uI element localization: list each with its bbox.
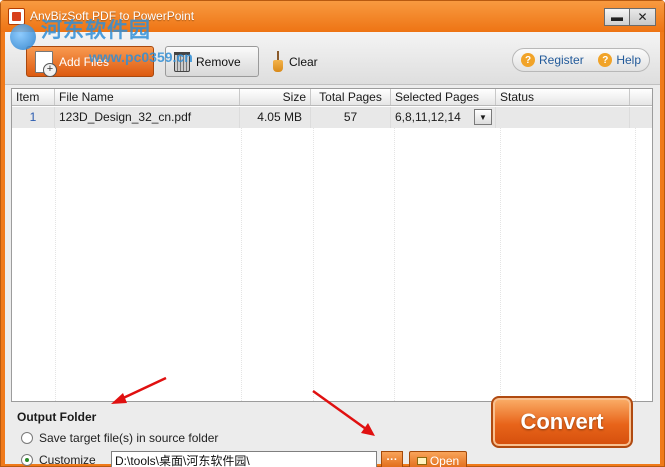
- window-controls: ▬ ✕: [604, 8, 656, 26]
- folder-icon: [416, 456, 427, 465]
- close-button[interactable]: ✕: [630, 8, 656, 26]
- browse-button[interactable]: ···: [381, 451, 403, 467]
- remove-label: Remove: [196, 54, 241, 69]
- clear-label: Clear: [289, 54, 318, 69]
- register-help-group: ? Register ? Help: [512, 48, 650, 72]
- question-icon: ?: [521, 53, 535, 67]
- clear-button[interactable]: Clear: [265, 46, 335, 77]
- column-header-item[interactable]: Item: [12, 89, 55, 105]
- register-link[interactable]: ? Register: [521, 53, 584, 67]
- convert-button[interactable]: Convert: [491, 396, 633, 448]
- table-row[interactable]: 1 123D_Design_32_cn.pdf 4.05 MB 57 6,8,1…: [12, 107, 652, 128]
- question-icon: ?: [598, 53, 613, 67]
- cell-file-name: 123D_Design_32_cn.pdf: [55, 107, 240, 128]
- column-header-size[interactable]: Size: [240, 89, 311, 105]
- app-window: AnyBizSoft PDF to PowerPoint ▬ ✕ Add Fil…: [0, 0, 665, 467]
- cell-total-pages: 57: [311, 107, 391, 128]
- column-header-status[interactable]: Status: [496, 89, 630, 105]
- output-path-field[interactable]: [111, 451, 377, 467]
- watermark-logo-icon: [10, 24, 36, 50]
- cell-size: 4.05 MB: [240, 107, 311, 128]
- client-area: Add Files Remove Clear ? Register ? Help: [5, 32, 660, 467]
- register-label: Register: [539, 53, 584, 67]
- column-header-file-name[interactable]: File Name: [55, 89, 240, 105]
- file-table[interactable]: Item File Name Size Total Pages Selected…: [11, 88, 653, 402]
- app-icon: [8, 8, 25, 25]
- help-link[interactable]: ? Help: [598, 53, 641, 67]
- cell-item: 1: [12, 107, 55, 128]
- table-header: Item File Name Size Total Pages Selected…: [12, 89, 652, 106]
- watermark-url: www.pc0359.cn: [89, 49, 193, 65]
- column-header-selected-pages[interactable]: Selected Pages: [391, 89, 496, 105]
- minimize-button[interactable]: ▬: [604, 8, 630, 26]
- output-folder-panel: Output Folder Save target file(s) in sou…: [11, 408, 481, 467]
- help-label: Help: [616, 53, 641, 67]
- output-folder-title: Output Folder: [17, 410, 97, 424]
- open-label: Open: [429, 453, 460, 467]
- add-file-icon: [35, 50, 57, 77]
- open-folder-button[interactable]: Open: [409, 451, 467, 467]
- watermark-text: 河东软件园: [41, 18, 151, 42]
- selected-pages-value: 6,8,11,12,14: [395, 110, 461, 124]
- cell-status: [496, 107, 630, 128]
- cell-selected-pages[interactable]: 6,8,11,12,14 ▼: [391, 107, 496, 128]
- selected-pages-dropdown-button[interactable]: ▼: [474, 109, 492, 125]
- broom-icon: [273, 50, 283, 73]
- column-header-total-pages[interactable]: Total Pages: [311, 89, 391, 105]
